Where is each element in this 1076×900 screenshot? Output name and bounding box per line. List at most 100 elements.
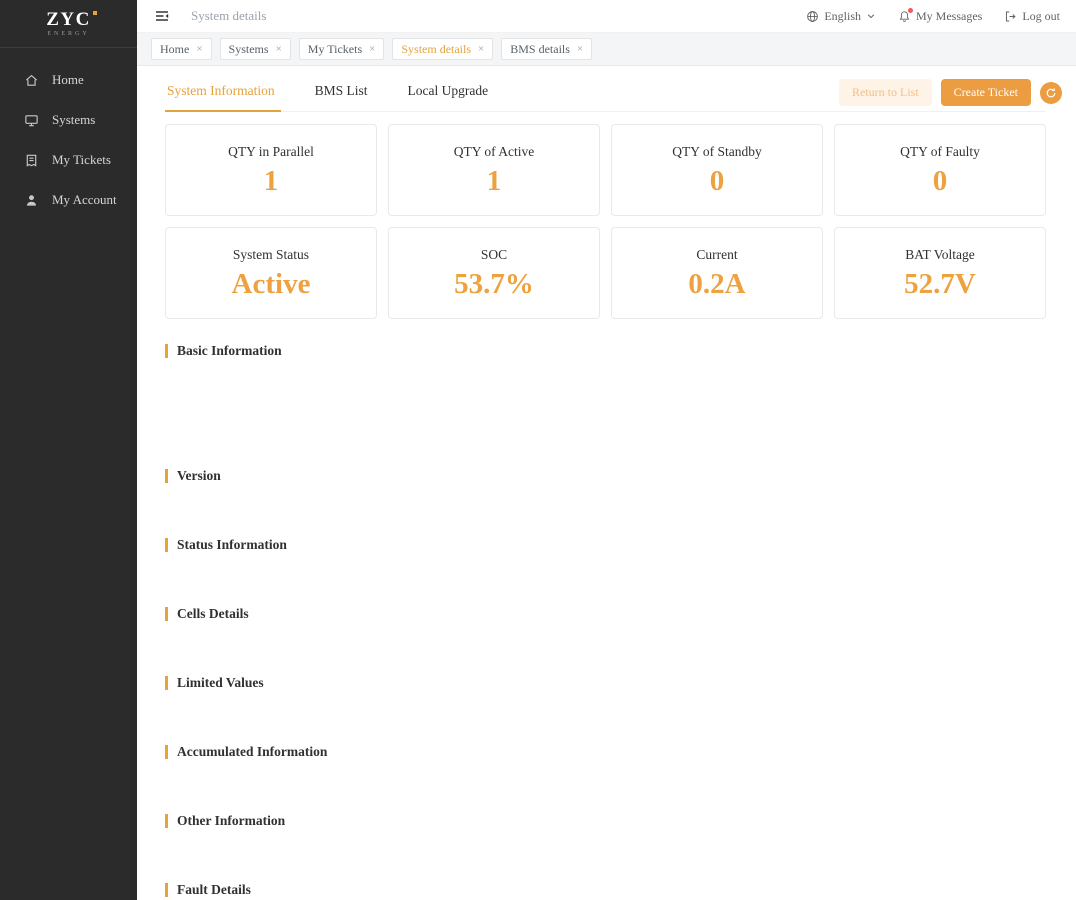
account-icon	[24, 193, 39, 208]
tab[interactable]: System Information	[165, 74, 295, 111]
section-title: Status Information	[165, 537, 1046, 553]
section-title-text: Accumulated Information	[177, 744, 327, 760]
field	[606, 372, 826, 388]
breadcrumb-tag[interactable]: My Tickets ×	[299, 38, 385, 60]
section-title-text: Basic Information	[177, 343, 282, 359]
unread-badge	[908, 8, 913, 13]
info-section: Cells Details	[165, 606, 1046, 651]
chevron-down-icon	[866, 11, 876, 21]
create-ticket-button[interactable]: Create Ticket	[941, 79, 1031, 106]
field	[826, 400, 1046, 416]
tag-label: BMS details	[510, 42, 570, 57]
close-icon[interactable]: ×	[276, 44, 282, 55]
my-messages-label: My Messages	[916, 9, 982, 24]
sidebar-item-systems[interactable]: Systems	[0, 100, 137, 140]
section-title: Cells Details	[165, 606, 1046, 622]
stat-card-value: 0	[933, 167, 948, 196]
main-area: System details English My Me	[137, 0, 1076, 900]
tag-label: My Tickets	[308, 42, 362, 57]
section-title-bar-icon	[165, 745, 168, 759]
field	[165, 566, 385, 582]
stat-card-value: 53.7%	[454, 270, 534, 299]
sidebar-item-my-account[interactable]: My Account	[0, 180, 137, 220]
stat-card-value: Active	[232, 270, 311, 299]
tickets-icon	[24, 153, 39, 168]
stat-card-label: QTY of Active	[454, 144, 534, 160]
breadcrumb-tag[interactable]: System details ×	[392, 38, 493, 60]
section-title: Fault Details	[165, 882, 1046, 898]
stat-cards: QTY in Parallel 1 QTY of Active 1 QTY of…	[165, 124, 1046, 319]
field	[385, 635, 605, 651]
tab[interactable]: Local Upgrade	[388, 74, 509, 111]
breadcrumb-tag[interactable]: Systems ×	[220, 38, 291, 60]
field	[165, 400, 385, 416]
my-messages-button[interactable]: My Messages	[898, 9, 982, 24]
breadcrumb-tag[interactable]: BMS details ×	[501, 38, 592, 60]
section-title-text: Version	[177, 468, 221, 484]
sidebar-menu: Home Systems My Tickets My Account	[0, 60, 137, 220]
logout-label: Log out	[1022, 9, 1060, 24]
section-title-text: Status Information	[177, 537, 287, 553]
info-section: Version	[165, 468, 1046, 513]
sidebar-item-label: My Account	[52, 192, 117, 208]
section-title-bar-icon	[165, 607, 168, 621]
section-title-bar-icon	[165, 538, 168, 552]
stat-card-value: 1	[264, 167, 279, 196]
tab[interactable]: BMS List	[295, 74, 388, 111]
info-section: Accumulated Information	[165, 744, 1046, 789]
field	[385, 372, 605, 388]
tag-label: Systems	[229, 42, 269, 57]
collapse-sidebar-icon[interactable]	[153, 7, 171, 25]
brand-logo[interactable]: ZYC ENERGY	[0, 0, 137, 48]
close-icon[interactable]: ×	[196, 44, 202, 55]
refresh-icon	[1045, 87, 1057, 99]
section-title-bar-icon	[165, 814, 168, 828]
close-icon[interactable]: ×	[577, 44, 583, 55]
translate-icon	[806, 10, 819, 23]
return-to-list-button[interactable]: Return to List	[839, 79, 932, 106]
tab-label: Local Upgrade	[408, 83, 489, 98]
field	[165, 428, 385, 444]
sidebar-item-my-tickets[interactable]: My Tickets	[0, 140, 137, 180]
section-title-text: Fault Details	[177, 882, 251, 898]
stat-card: Current 0.2A	[611, 227, 823, 319]
stat-card: QTY of Faulty 0	[834, 124, 1046, 216]
info-section: Fault Details No fault information	[165, 882, 1046, 900]
bell-icon	[898, 10, 911, 23]
section-title-bar-icon	[165, 676, 168, 690]
stat-card: QTY of Active 1	[388, 124, 600, 216]
field	[385, 428, 605, 444]
breadcrumb-tags-bar: Home × Systems × My Tickets × System det…	[137, 33, 1076, 66]
tabs-row: System InformationBMS ListLocal Upgrade …	[165, 74, 1046, 112]
field	[165, 635, 385, 651]
close-icon[interactable]: ×	[369, 44, 375, 55]
field	[385, 704, 605, 720]
field	[826, 372, 1046, 388]
brand-dot-icon	[93, 11, 97, 15]
field	[826, 704, 1046, 720]
logout-button[interactable]: Log out	[1004, 9, 1060, 24]
field	[165, 773, 385, 789]
stat-card: QTY of Standby 0	[611, 124, 823, 216]
close-icon[interactable]: ×	[478, 44, 484, 55]
field	[165, 842, 385, 858]
stat-card-value: 0.2A	[688, 270, 745, 299]
stat-card-label: QTY of Faulty	[900, 144, 980, 160]
brand-name: ZYC	[46, 9, 91, 30]
field	[606, 400, 826, 416]
sidebar-item-home[interactable]: Home	[0, 60, 137, 100]
sidebar-item-label: Systems	[52, 112, 95, 128]
field	[826, 635, 1046, 651]
stat-card-label: System Status	[233, 247, 309, 263]
breadcrumb-tag[interactable]: Home ×	[151, 38, 212, 60]
field	[165, 497, 385, 513]
section-title: Basic Information	[165, 343, 1046, 359]
field	[385, 400, 605, 416]
systems-icon	[24, 113, 39, 128]
field	[385, 497, 605, 513]
language-selector[interactable]: English	[806, 9, 876, 24]
stat-card-label: QTY in Parallel	[228, 144, 314, 160]
refresh-button[interactable]	[1040, 82, 1062, 104]
tab-label: BMS List	[315, 83, 368, 98]
section-title-bar-icon	[165, 883, 168, 897]
